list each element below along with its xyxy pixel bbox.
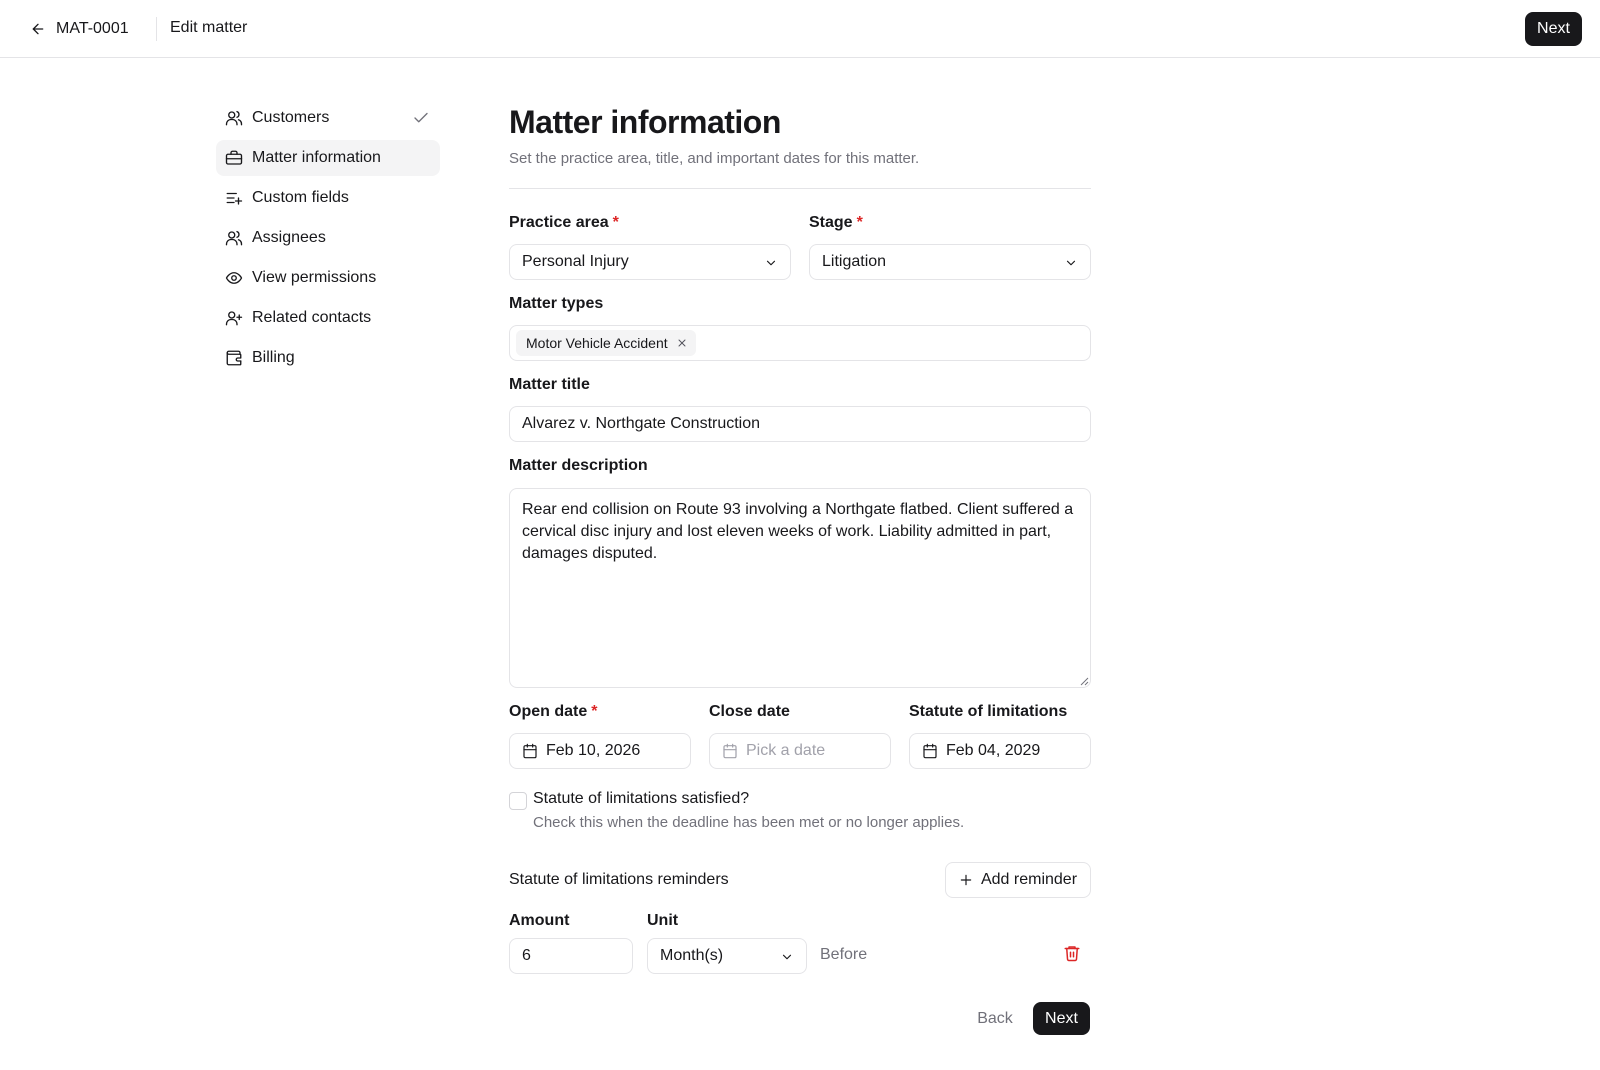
reminders-title: Statute of limitations reminders: [509, 871, 729, 888]
matter-type-chip: Motor Vehicle Accident: [516, 330, 696, 356]
practice-area-value: Personal Injury: [522, 253, 629, 270]
close-icon[interactable]: [676, 337, 688, 349]
matter-title-label: Matter title: [509, 376, 590, 393]
section-divider: [509, 188, 1091, 189]
wallet-icon: [226, 350, 242, 366]
stage-value: Litigation: [822, 253, 887, 270]
unit-label: Unit: [647, 912, 679, 929]
trash-icon[interactable]: [1063, 944, 1081, 962]
reminder-relation: Before: [820, 946, 868, 963]
list-plus-icon: [226, 192, 243, 205]
sidebar-item-label: Custom fields: [252, 189, 349, 206]
stage-select[interactable]: Litigation: [809, 244, 1091, 280]
matter-description-label: Matter description: [509, 457, 648, 474]
users-icon: [225, 230, 243, 246]
matter-title-input[interactable]: [509, 406, 1091, 442]
sidebar-item-matter-information[interactable]: Matter information: [216, 140, 440, 176]
next-button[interactable]: Next: [1033, 1002, 1090, 1035]
sidebar-item-label: Related contacts: [252, 309, 372, 326]
sol-satisfied-checkbox[interactable]: [509, 792, 527, 810]
stage-label: Stage *: [809, 214, 863, 231]
users-icon: [225, 110, 243, 126]
sidebar-item-related-contacts[interactable]: Related contacts: [216, 300, 440, 336]
matter-types-label: Matter types: [509, 295, 604, 312]
required-marker: *: [591, 703, 598, 720]
open-date-picker[interactable]: Feb 10, 2026: [509, 733, 691, 769]
back-link[interactable]: MAT-0001: [30, 17, 129, 41]
matter-description-textarea[interactable]: Rear end collision on Route 93 involving…: [509, 488, 1091, 688]
resize-handle-icon[interactable]: [1079, 676, 1089, 686]
check-icon: [414, 112, 428, 123]
chevron-down-icon: [782, 954, 792, 960]
arrow-left-icon: [32, 23, 44, 35]
calendar-icon: [523, 743, 537, 759]
practice-area-select[interactable]: Personal Injury: [509, 244, 791, 280]
amount-label: Amount: [509, 912, 570, 929]
sidebar-item-label: Billing: [252, 349, 295, 366]
required-marker: *: [612, 214, 619, 231]
sidebar-item-custom-fields[interactable]: Custom fields: [216, 180, 440, 216]
close-date-placeholder: Pick a date: [746, 742, 826, 759]
matter-id: MAT-0001: [56, 20, 129, 37]
sol-satisfied-help: Check this when the deadline has been me…: [533, 814, 965, 831]
practice-area-label: Practice area *: [509, 214, 619, 231]
plus-icon: [960, 874, 972, 886]
header-next-button[interactable]: Next: [1525, 12, 1582, 46]
open-date-label: Open date *: [509, 703, 598, 720]
eye-icon: [225, 272, 243, 284]
sidebar-item-label: View permissions: [252, 269, 377, 286]
top-bar: MAT-0001 Edit matter Next: [0, 0, 1600, 58]
sidebar-item-label: Assignees: [252, 229, 326, 246]
add-reminder-button[interactable]: Add reminder: [945, 862, 1091, 898]
step-sidebar: Customers Matter information Custom fiel…: [216, 100, 440, 380]
statute-of-limitations-picker[interactable]: Feb 04, 2029: [909, 733, 1091, 769]
reminder-amount-input[interactable]: [509, 938, 633, 974]
statute-of-limitations-label: Statute of limitations: [909, 703, 1068, 720]
close-date-label: Close date: [709, 703, 790, 720]
sidebar-item-view-permissions[interactable]: View permissions: [216, 260, 440, 296]
chip-label: Motor Vehicle Accident: [526, 335, 668, 351]
required-marker: *: [856, 214, 863, 231]
page-title: Matter information: [509, 104, 781, 140]
user-plus-icon: [225, 311, 243, 326]
chevron-down-icon: [766, 260, 776, 266]
sidebar-item-label: Matter information: [252, 149, 381, 166]
reminder-unit-select[interactable]: Month(s): [647, 938, 807, 974]
sidebar-item-billing[interactable]: Billing: [216, 340, 440, 376]
back-button[interactable]: Back: [967, 1003, 1023, 1035]
sidebar-item-customers[interactable]: Customers: [216, 100, 440, 136]
calendar-icon: [723, 743, 737, 759]
matter-types-input[interactable]: Motor Vehicle Accident: [509, 325, 1091, 361]
close-date-picker[interactable]: Pick a date: [709, 733, 891, 769]
sidebar-item-assignees[interactable]: Assignees: [216, 220, 440, 256]
header-divider: [156, 17, 157, 41]
add-reminder-label: Add reminder: [980, 871, 1078, 888]
reminder-unit-value: Month(s): [660, 947, 724, 964]
page-header-title: Edit matter: [170, 19, 248, 36]
statute-of-limitations-value: Feb 04, 2029: [946, 742, 1041, 759]
page-subtitle: Set the practice area, title, and import…: [509, 150, 920, 167]
open-date-value: Feb 10, 2026: [546, 742, 641, 759]
sidebar-item-label: Customers: [252, 109, 330, 126]
briefcase-icon: [225, 150, 243, 165]
sol-satisfied-label[interactable]: Statute of limitations satisfied?: [533, 790, 749, 808]
chevron-down-icon: [1066, 260, 1076, 266]
calendar-icon: [923, 743, 937, 759]
